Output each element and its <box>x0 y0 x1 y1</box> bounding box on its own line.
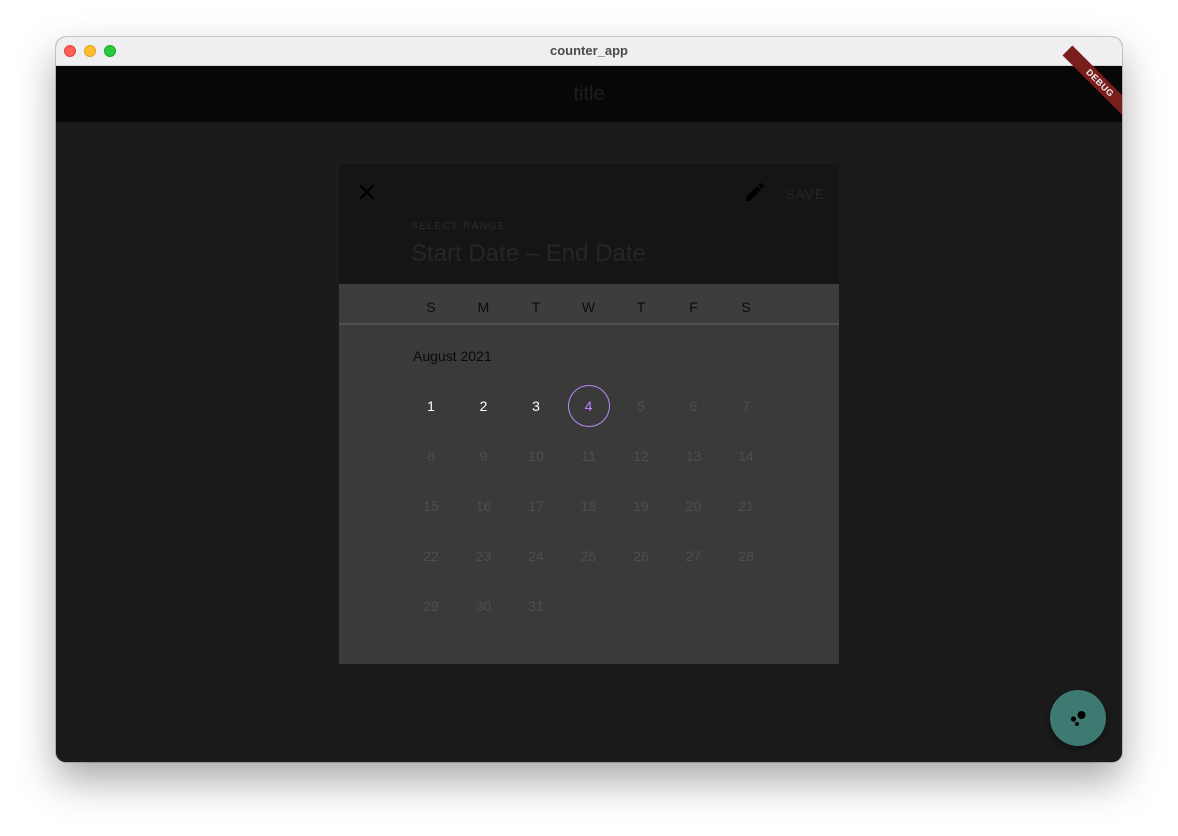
calendar-day[interactable]: 2 <box>463 385 505 427</box>
calendar-day: 21 <box>738 498 754 514</box>
calendar-day: 17 <box>528 498 544 514</box>
weekday-label: S <box>741 299 751 315</box>
close-icon <box>359 184 375 200</box>
edit-button[interactable] <box>743 180 767 204</box>
title-bar: counter_app <box>56 37 1122 66</box>
calendar-day: 6 <box>689 398 698 414</box>
calendar-day-today[interactable]: 4 <box>567 385 610 427</box>
calendar-day[interactable]: 3 <box>515 385 557 427</box>
calendar-day: 23 <box>475 548 492 564</box>
app-bar-title: title <box>573 83 605 105</box>
calendar-day: 31 <box>528 598 544 614</box>
calendar-day: 11 <box>581 448 596 464</box>
calendar-day: 27 <box>685 548 702 564</box>
bubbles-icon <box>1070 711 1086 726</box>
calendar-day: 24 <box>528 548 544 564</box>
calendar-day: 30 <box>475 598 492 614</box>
date-range-picker-dialog: SAVE SELECT RANGE Start Date – End Date … <box>339 164 839 664</box>
calendar-day[interactable]: 1 <box>410 385 452 427</box>
window-title: counter_app <box>549 43 628 58</box>
calendar-day: 7 <box>742 398 750 414</box>
weekday-header: SMTWTFS <box>339 284 839 325</box>
weekday-label: S <box>426 299 436 315</box>
calendar-day: 15 <box>423 498 439 514</box>
calendar-day: 25 <box>580 548 597 564</box>
calendar-day: 16 <box>475 498 492 514</box>
select-range-label: SELECT RANGE <box>411 221 507 232</box>
pencil-icon <box>746 182 765 201</box>
calendar-day: 12 <box>633 448 649 464</box>
calendar-day: 14 <box>738 448 754 464</box>
calendar-day: 20 <box>685 498 702 514</box>
calendar-day: 10 <box>528 448 544 464</box>
range-placeholder: Start Date – End Date <box>411 240 646 267</box>
calendar-day: 8 <box>427 448 435 464</box>
weekday-label: W <box>581 299 596 315</box>
calendar-day: 22 <box>423 548 439 564</box>
calendar-day: 19 <box>633 498 649 514</box>
weekday-label: M <box>477 299 490 315</box>
calendar-day: 9 <box>479 448 488 464</box>
close-button[interactable] <box>355 180 379 204</box>
weekday-label: T <box>636 299 646 315</box>
app-body: title DEBUG SAVE SELECT RANGE Start Date… <box>56 45 1122 762</box>
floating-action-button[interactable] <box>1050 690 1106 746</box>
weekday-label: T <box>531 299 541 315</box>
app-window: counter_app title DEBUG SAVE SELECT RANG… <box>56 37 1122 762</box>
calendar-day: 28 <box>738 548 754 564</box>
dialog-header: SAVE SELECT RANGE Start Date – End Date <box>339 164 839 284</box>
calendar-day: 18 <box>580 498 597 514</box>
calendar-day: 29 <box>423 598 439 614</box>
save-button[interactable]: SAVE <box>785 186 825 202</box>
calendar-day: 5 <box>637 398 645 414</box>
weekday-label: F <box>689 299 698 315</box>
calendar-day: 26 <box>633 548 649 564</box>
month-label: August 2021 <box>413 348 492 364</box>
calendar-day: 13 <box>685 448 702 464</box>
app-bar: title <box>56 66 1122 122</box>
